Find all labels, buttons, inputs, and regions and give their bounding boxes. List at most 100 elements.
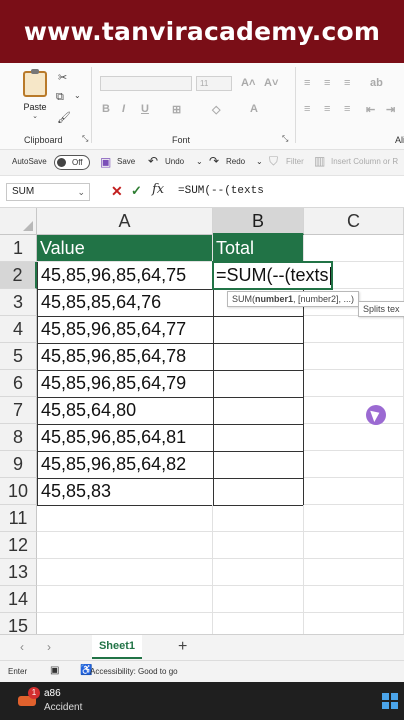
undo-icon[interactable]: ↶ — [148, 154, 158, 168]
cell-a11[interactable] — [37, 505, 213, 532]
cell-b11[interactable] — [213, 505, 304, 532]
cell-b6[interactable] — [213, 370, 304, 398]
cell-a3[interactable]: 45,85,85,64,76 — [37, 289, 214, 317]
copy-dropdown-icon[interactable]: ⌄ — [74, 91, 81, 100]
name-box[interactable]: SUM ⌄ — [6, 183, 90, 201]
cell-a14[interactable] — [37, 586, 213, 613]
row-header-2[interactable]: 2 — [0, 262, 37, 289]
underline-icon[interactable]: U — [141, 103, 149, 115]
function-argument-tooltip[interactable]: SUM(number1, [number2], ...) — [227, 291, 360, 307]
align-center-icon[interactable]: ≡ — [324, 103, 330, 115]
cell-c12[interactable] — [304, 532, 404, 559]
chevron-down-icon[interactable]: ⌄ — [18, 112, 52, 120]
redo-button[interactable]: Redo — [226, 157, 245, 166]
sheet-tab-sheet1[interactable]: Sheet1 — [92, 635, 142, 659]
cell-c11[interactable] — [304, 505, 404, 532]
align-top-icon[interactable]: ≡ — [304, 77, 310, 89]
cell-a6[interactable]: 45,85,96,85,64,79 — [37, 370, 214, 398]
format-painter-icon[interactable]: 🖌 — [57, 111, 71, 124]
decrease-font-icon[interactable]: A˅ — [264, 77, 278, 89]
cell-a5[interactable]: 45,85,96,85,64,78 — [37, 343, 214, 371]
cell-a8[interactable]: 45,85,96,85,64,81 — [37, 424, 214, 452]
font-launcher-icon[interactable]: ⤡ — [282, 134, 288, 144]
font-size-box[interactable]: 11 — [196, 76, 232, 91]
increase-indent-icon[interactable]: ⇥ — [386, 103, 395, 116]
decrease-indent-icon[interactable]: ⇤ — [366, 103, 375, 116]
increase-font-icon[interactable]: A˄ — [241, 77, 255, 89]
row-header-4[interactable]: 4 — [0, 316, 37, 343]
row-header-15[interactable]: 15 — [0, 613, 37, 634]
cell-c6[interactable] — [304, 370, 404, 397]
bold-icon[interactable]: B — [102, 103, 110, 115]
cell-b7[interactable] — [213, 397, 304, 425]
active-cell-b2[interactable]: =SUM(--(texts — [212, 261, 333, 290]
row-header-7[interactable]: 7 — [0, 397, 37, 424]
column-header-c[interactable]: C — [304, 208, 404, 235]
font-name-box[interactable] — [100, 76, 192, 91]
autosave-toggle[interactable]: Off — [54, 155, 90, 170]
cell-a9[interactable]: 45,85,96,85,64,82 — [37, 451, 214, 479]
fill-color-icon[interactable]: ◇ — [212, 103, 220, 116]
macro-record-icon[interactable]: ▣ — [50, 665, 59, 676]
select-all-button[interactable] — [0, 208, 37, 235]
row-header-5[interactable]: 5 — [0, 343, 37, 370]
insert-function-icon[interactable]: fx — [152, 182, 164, 197]
cell-a7[interactable]: 45,85,64,80 — [37, 397, 214, 425]
formula-input[interactable]: =SUM(--(texts — [178, 185, 264, 197]
row-header-11[interactable]: 11 — [0, 505, 37, 532]
accessibility-status[interactable]: Accessibility: Good to go — [90, 667, 178, 676]
insert-column-icon[interactable]: ▥ — [314, 154, 325, 168]
align-middle-icon[interactable]: ≡ — [324, 77, 330, 89]
save-icon[interactable]: ▣ — [100, 155, 111, 169]
row-header-13[interactable]: 13 — [0, 559, 37, 586]
cell-a15[interactable] — [37, 613, 213, 634]
cell-c13[interactable] — [304, 559, 404, 586]
font-color-icon[interactable]: A — [250, 103, 258, 115]
row-header-14[interactable]: 14 — [0, 586, 37, 613]
row-header-9[interactable]: 9 — [0, 451, 37, 478]
italic-icon[interactable]: I — [122, 103, 125, 115]
cell-c4[interactable] — [304, 316, 404, 343]
cell-b13[interactable] — [213, 559, 304, 586]
cell-b14[interactable] — [213, 586, 304, 613]
clipboard-launcher-icon[interactable]: ⤡ — [82, 134, 88, 144]
filter-button[interactable]: Filter — [286, 157, 304, 166]
cancel-icon[interactable]: ✕ — [111, 183, 123, 200]
cell-c9[interactable] — [304, 451, 404, 478]
undo-dropdown-icon[interactable]: ⌄ — [196, 157, 203, 166]
undo-button[interactable]: Undo — [165, 157, 184, 166]
paste-button[interactable]: Paste ⌄ — [18, 69, 52, 120]
cell-b12[interactable] — [213, 532, 304, 559]
cell-c8[interactable] — [304, 424, 404, 451]
row-header-6[interactable]: 6 — [0, 370, 37, 397]
cell-c15[interactable] — [304, 613, 404, 634]
column-header-b[interactable]: B — [213, 208, 304, 235]
cut-icon[interactable]: ✂ — [58, 71, 67, 84]
cell-c10[interactable] — [304, 478, 404, 505]
enter-icon[interactable]: ✓ — [131, 183, 142, 199]
cell-a13[interactable] — [37, 559, 213, 586]
redo-dropdown-icon[interactable]: ⌄ — [256, 157, 263, 166]
cell-a4[interactable]: 45,85,96,85,64,77 — [37, 316, 214, 344]
align-left-icon[interactable]: ≡ — [304, 103, 310, 115]
redo-icon[interactable]: ↷ — [209, 154, 219, 168]
cell-c14[interactable] — [304, 586, 404, 613]
borders-icon[interactable]: ⊞ — [172, 103, 181, 116]
scroll-tabs-right-icon[interactable]: › — [47, 640, 51, 654]
cell-a1[interactable]: Value — [37, 235, 213, 262]
cell-a2[interactable]: 45,85,96,85,64,75 — [37, 262, 214, 290]
add-sheet-icon[interactable]: + — [178, 638, 187, 656]
row-header-10[interactable]: 10 — [0, 478, 37, 505]
cell-b15[interactable] — [213, 613, 304, 634]
cell-b1[interactable]: Total — [213, 235, 304, 262]
insert-column-button[interactable]: Insert Column or R — [331, 157, 398, 166]
cell-b9[interactable] — [213, 451, 304, 479]
scroll-tabs-left-icon[interactable]: ‹ — [20, 640, 24, 654]
cell-c5[interactable] — [304, 343, 404, 370]
cell-c1[interactable] — [304, 235, 404, 262]
save-button[interactable]: Save — [117, 157, 135, 166]
cell-a10[interactable]: 45,85,83 — [37, 478, 214, 506]
cell-b8[interactable] — [213, 424, 304, 452]
cell-a12[interactable] — [37, 532, 213, 559]
copy-icon[interactable]: ⧉ — [56, 91, 64, 104]
